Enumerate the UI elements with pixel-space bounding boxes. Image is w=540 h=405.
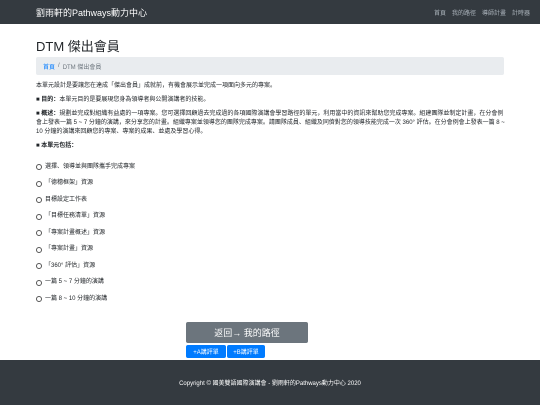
radio-circle-icon: [36, 279, 42, 286]
brand-link[interactable]: 劉雨軒的Pathways動力中心: [36, 6, 147, 19]
list-item-label: 目標設定工作表: [45, 196, 88, 203]
breadcrumb-home[interactable]: 首頁: [43, 62, 55, 71]
radio-circle-icon: [36, 213, 42, 220]
breadcrumb-separator: /: [58, 63, 60, 69]
overview-text: 規劃並完成對組織有益處的一項專案。您可選擇回顧過去完成過的各項國際演講會學習路徑…: [36, 111, 505, 135]
list-item-label: 「德穗框架」資源: [45, 180, 94, 187]
list-item: 「360° 評估」資源: [36, 258, 506, 275]
add-b-evaluation-button[interactable]: +B講評單: [227, 345, 265, 358]
list-item: 一篇 5 ~ 7 分鐘的演講: [36, 275, 506, 292]
footer-copyright: Copyright © 國美雙語國際演講會 - 劉雨軒的Pathways動力中心…: [179, 381, 361, 387]
list-item-label: 一篇 5 ~ 7 分鐘的演講: [45, 279, 104, 286]
list-item: 「專案計畫」資源: [36, 242, 506, 259]
nav-links: 首頁 我的路徑 導師計畫 計時器: [434, 8, 530, 17]
nav-my-path[interactable]: 我的路徑: [452, 8, 476, 17]
goal-text: 本單元目的是要展現您身為領導者與公開演講者的技能。: [59, 97, 210, 103]
list-item: 一篇 8 ~ 10 分鐘的演講: [36, 291, 506, 308]
main-content: 本單元設計是要讓您在達成「傑出會員」成就前，有機會展示並完成一項面向多元的專案。…: [36, 82, 506, 308]
list-item: 選擇、領導並與團隊攜手完成專案: [36, 159, 506, 176]
radio-circle-icon: [36, 180, 42, 187]
breadcrumb-current: DTM 傑出會員: [62, 64, 102, 71]
breadcrumb: 首頁 / DTM 傑出會員: [36, 57, 504, 75]
goal-label: 目的：: [41, 97, 60, 103]
list-item: 「專案計畫概述」資源: [36, 225, 506, 242]
list-item-label: 一篇 8 ~ 10 分鐘的演講: [45, 295, 108, 302]
includes-heading: ■ 本單元包括：: [36, 143, 78, 149]
radio-circle-icon: [36, 164, 42, 171]
list-item-label: 選擇、領導並與團隊攜手完成專案: [45, 163, 136, 170]
list-item: 目標設定工作表: [36, 192, 506, 209]
footer: Copyright © 國美雙語國際演講會 - 劉雨軒的Pathways動力中心…: [0, 360, 540, 405]
navbar: 劉雨軒的Pathways動力中心 首頁 我的路徑 導師計畫 計時器: [0, 0, 540, 24]
overview-label: 概述：: [41, 111, 60, 117]
radio-circle-icon: [36, 246, 42, 253]
radio-circle-icon: [36, 197, 42, 204]
radio-circle-icon: [36, 296, 42, 303]
page-title: DTM 傑出會員: [36, 39, 120, 54]
goal-paragraph: ■ 目的：本單元目的是要展現您身為領導者與公開演講者的技能。: [36, 97, 210, 103]
includes-label: 本單元包括：: [41, 143, 78, 149]
nav-mentor-plan[interactable]: 導師計畫: [482, 8, 506, 17]
list-item-label: 「目標任務清單」資源: [45, 213, 106, 220]
radio-circle-icon: [36, 230, 42, 237]
back-to-my-path-button[interactable]: 返回→ 我的路徑: [186, 322, 308, 343]
list-item: 「目標任務清單」資源: [36, 209, 506, 226]
includes-list: 選擇、領導並與團隊攜手完成專案 「德穗框架」資源 目標設定工作表 「目標任務清單…: [36, 159, 506, 308]
nav-timer[interactable]: 計時器: [512, 8, 530, 17]
intro-text: 本單元設計是要讓您在達成「傑出會員」成就前，有機會展示並完成一項面向多元的專案。: [36, 83, 277, 89]
overview-paragraph: ■ 概述：規劃並完成對組織有益處的一項專案。您可選擇回顧過去完成過的各項國際演講…: [36, 111, 505, 135]
list-item: 「德穗框架」資源: [36, 176, 506, 193]
add-a-evaluation-button[interactable]: +A講評單: [186, 345, 226, 358]
radio-circle-icon: [36, 263, 42, 270]
nav-home[interactable]: 首頁: [434, 8, 446, 17]
list-item-label: 「專案計畫概述」資源: [45, 229, 106, 236]
list-item-label: 「360° 評估」資源: [45, 262, 96, 269]
list-item-label: 「專案計畫」資源: [45, 246, 94, 253]
